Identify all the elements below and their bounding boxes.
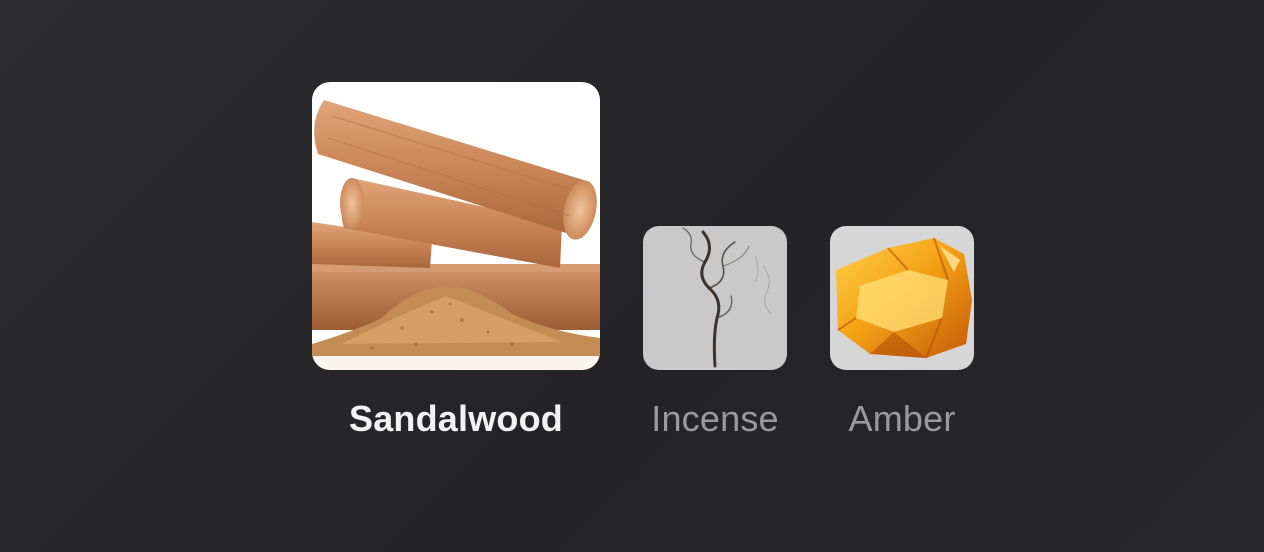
amber-label[interactable]: Amber [802, 398, 1002, 440]
amber-option-tile[interactable] [830, 226, 974, 370]
sandalwood-label[interactable]: Sandalwood [312, 398, 600, 440]
amber-resin-image [830, 226, 974, 370]
incense-option-tile[interactable] [643, 226, 787, 370]
sandalwood-option-tile[interactable] [312, 82, 600, 370]
incense-smoke-image [643, 226, 787, 370]
incense-label[interactable]: Incense [615, 398, 815, 440]
scent-picker: Sandalwood Incense Amber [0, 0, 1264, 552]
sandalwood-logs-image [312, 82, 600, 370]
